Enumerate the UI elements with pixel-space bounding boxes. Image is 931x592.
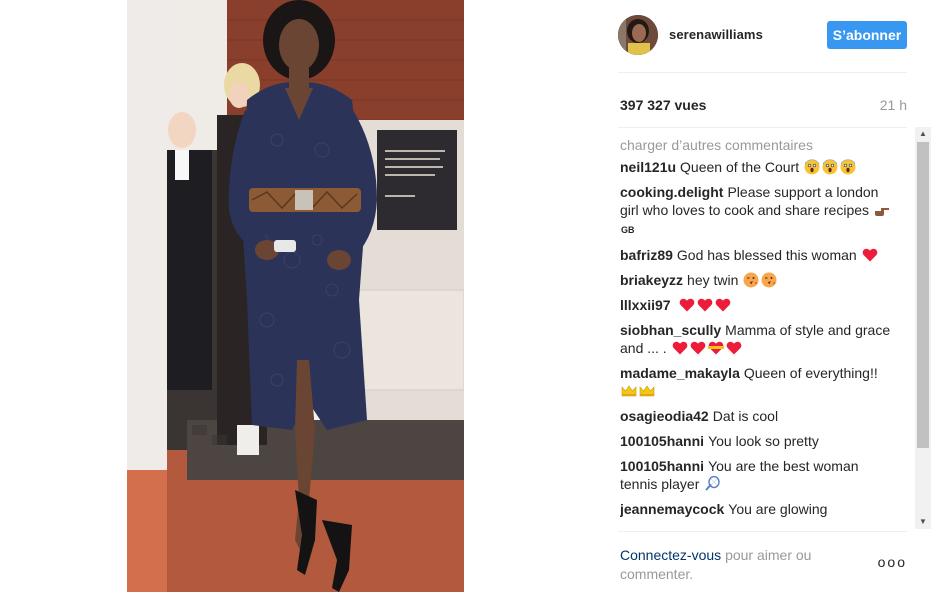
avatar-image xyxy=(618,15,658,55)
heart-icon xyxy=(697,297,713,313)
comment-emojis xyxy=(699,476,721,492)
comment-emojis xyxy=(857,247,879,263)
post-footer: Connectez-vous pour aimer ou commenter. … xyxy=(620,546,907,586)
comment-author[interactable]: neil121u xyxy=(620,159,676,175)
comments-divider xyxy=(618,531,907,532)
login-prompt: Connectez-vous pour aimer ou commenter. xyxy=(620,546,850,584)
view-count[interactable]: 397 327 vues xyxy=(620,97,706,113)
comment-author[interactable]: bafriz89 xyxy=(620,247,673,263)
scroll-down-arrow-icon[interactable]: ▼ xyxy=(915,515,931,529)
login-link[interactable]: Connectez-vous xyxy=(620,547,721,563)
comments-list[interactable]: charger d’autres commentaires neil121u Qu… xyxy=(620,136,915,527)
comment-emojis xyxy=(667,340,743,356)
comment-author[interactable]: briakeyzz xyxy=(620,272,683,288)
kiss-face-icon xyxy=(743,272,759,288)
comment-author[interactable]: jeannemaycock xyxy=(620,501,724,517)
comment-text: You look so pretty xyxy=(708,433,819,449)
comment-emojis xyxy=(675,297,733,313)
comment-item: cooking.delight Please support a london g… xyxy=(620,183,898,239)
crown-icon xyxy=(639,383,655,399)
comment-item: jeannemaycock You are glowing xyxy=(620,500,898,518)
heart-icon xyxy=(672,340,688,356)
comment-item: 100105hanni You are the best woman tennis… xyxy=(620,457,898,493)
comment-author[interactable]: osagieodia42 xyxy=(620,408,709,424)
comment-author[interactable]: 100105hanni xyxy=(620,433,704,449)
comment-emojis xyxy=(738,272,778,288)
post-header: serenawilliams S’abonner xyxy=(605,14,907,58)
heart-icon xyxy=(715,297,731,313)
comments-scrollbar[interactable]: ▲ ▼ xyxy=(915,127,931,529)
comment-item: briakeyzz hey twin xyxy=(620,271,898,289)
follow-button[interactable]: S’abonner xyxy=(827,21,907,49)
avatar[interactable] xyxy=(618,15,658,55)
scream-face-icon xyxy=(840,159,856,175)
post-image xyxy=(127,0,464,592)
load-more-comments-link[interactable]: charger d’autres commentaires xyxy=(620,136,915,154)
comment-author[interactable]: madame_makayla xyxy=(620,365,740,381)
crown-icon xyxy=(621,383,637,399)
header-divider xyxy=(618,72,907,73)
heart-icon xyxy=(726,340,742,356)
gb-flag-icon: GB xyxy=(621,225,635,235)
comment-author[interactable]: 100105hanni xyxy=(620,458,704,474)
comment-item: lllxxii97 xyxy=(620,296,898,314)
heart-icon xyxy=(690,340,706,356)
comment-item: siobhan_scully Mamma of style and grace a… xyxy=(620,321,898,357)
scrollbar-thumb[interactable] xyxy=(917,142,929,448)
comment-container: neil121u Queen of the Court cooking.delig… xyxy=(620,158,915,518)
heart-icon xyxy=(679,297,695,313)
comment-author[interactable]: cooking.delight xyxy=(620,184,723,200)
comment-item: madame_makayla Queen of everything!! xyxy=(620,364,898,400)
heart-ribbon-icon xyxy=(707,340,724,356)
post-photo[interactable] xyxy=(127,0,464,592)
comment-text: hey twin xyxy=(687,272,739,288)
username[interactable]: serenawilliams xyxy=(669,27,763,42)
comment-author[interactable]: siobhan_scully xyxy=(620,322,721,338)
scroll-up-arrow-icon[interactable]: ▲ xyxy=(915,127,931,141)
stats-divider xyxy=(618,127,907,128)
comment-item: neil121u Queen of the Court xyxy=(620,158,898,176)
comment-text: Queen of everything!! xyxy=(743,365,878,381)
post-stats: 397 327 vues 21 h xyxy=(620,97,907,115)
comment-emojis xyxy=(620,383,656,399)
comment-item: bafriz89 God has blessed this woman xyxy=(620,246,898,264)
comment-text: God has blessed this woman xyxy=(676,247,857,263)
comment-item: osagieodia42 Dat is cool xyxy=(620,407,898,425)
comment-author[interactable]: lllxxii97 xyxy=(620,297,671,313)
kiss-face-icon xyxy=(761,272,777,288)
post-side-panel: serenawilliams S’abonner 397 327 vues 21… xyxy=(605,0,931,592)
post-time[interactable]: 21 h xyxy=(880,97,907,113)
scream-face-icon xyxy=(822,159,838,175)
more-options-button[interactable]: ooo xyxy=(878,554,907,570)
tennis-racket-icon xyxy=(704,476,720,492)
pointing-hand-icon xyxy=(874,202,890,218)
comment-emojis xyxy=(799,159,857,175)
scream-face-icon xyxy=(804,159,820,175)
comment-text: Queen of the Court xyxy=(680,159,800,175)
comment-text: You are glowing xyxy=(728,501,828,517)
comment-text: Dat is cool xyxy=(712,408,779,424)
heart-icon xyxy=(862,247,878,263)
comment-item: 100105hanni You look so pretty xyxy=(620,432,898,450)
